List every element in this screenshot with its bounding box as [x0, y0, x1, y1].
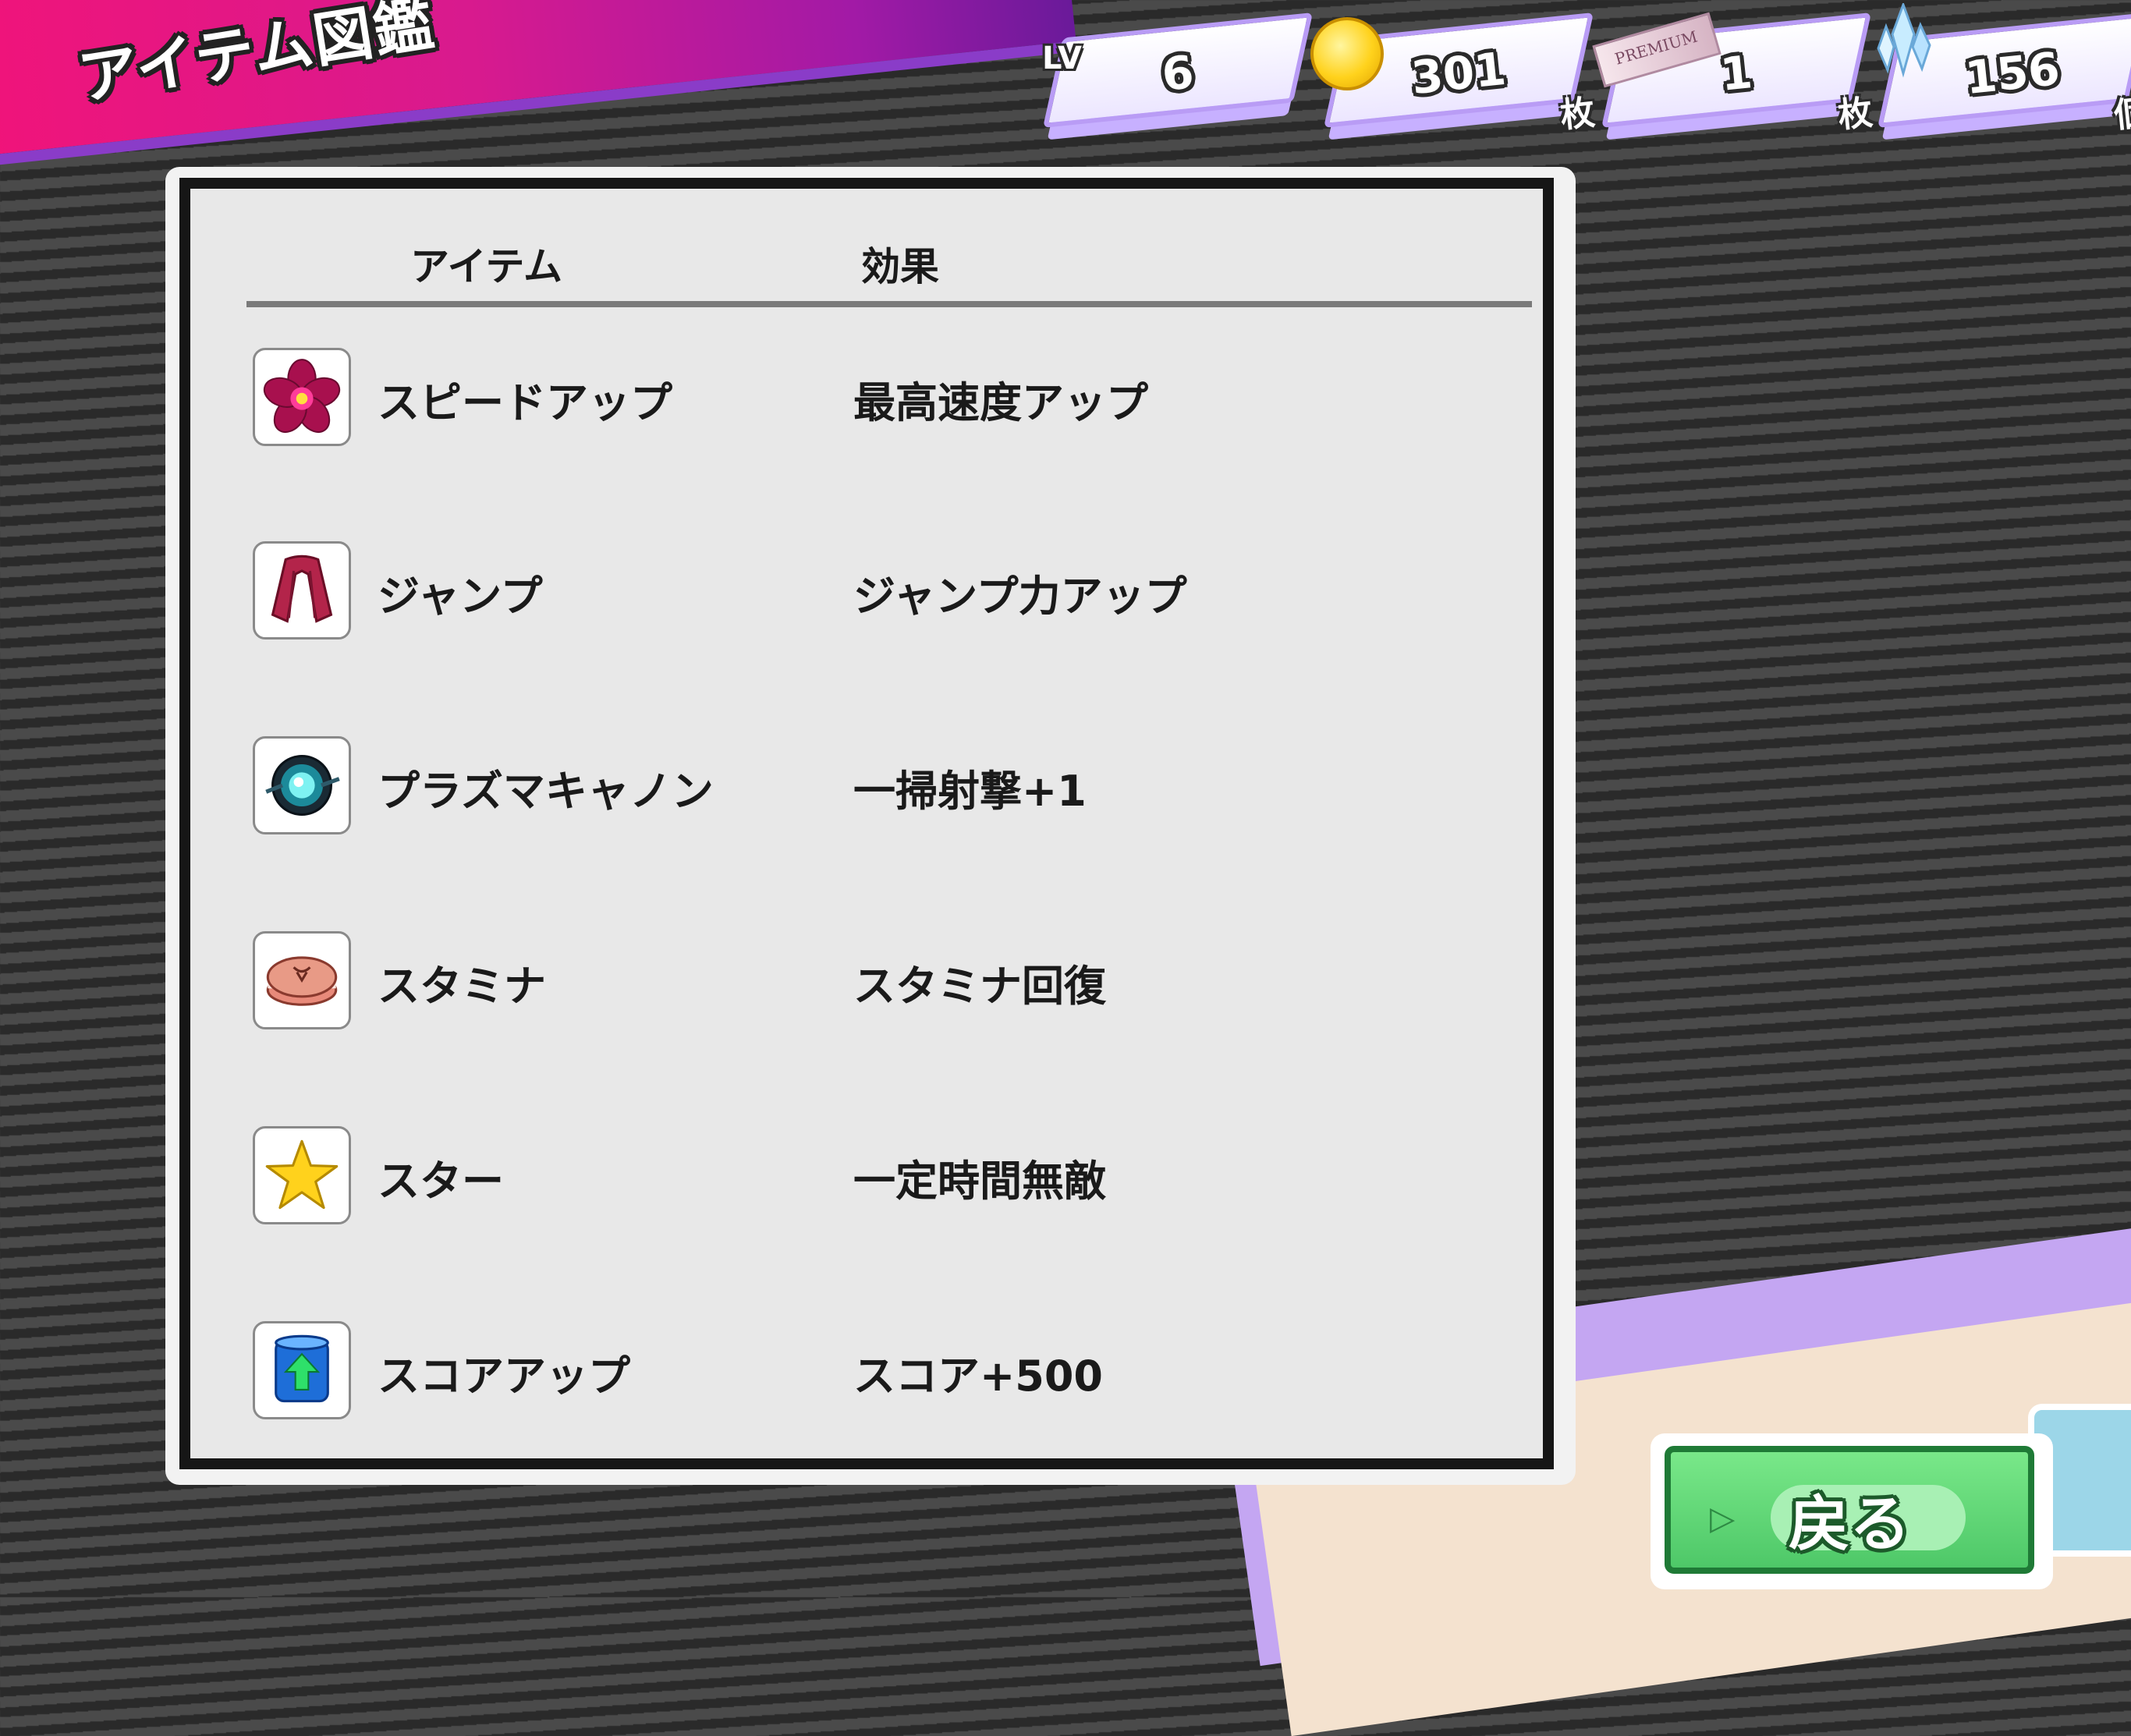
- item-effect: 最高速度アップ: [853, 378, 1148, 427]
- item-name: スピードアップ: [378, 378, 672, 427]
- item-name: スコアアップ: [378, 1352, 630, 1401]
- score-can-icon: [253, 1321, 351, 1419]
- column-header-effect: 効果: [861, 244, 939, 289]
- star-icon: [253, 1126, 351, 1224]
- item-effect: スタミナ回復: [853, 962, 1106, 1011]
- table-row: スタミナ スタミナ回復: [190, 931, 1543, 1087]
- table-row: スピードアップ 最高速度アップ: [190, 348, 1543, 504]
- item-table: アイテム 効果 スピードアップ 最高速度アップ ジャンプ ジャンプ力アップ プラ…: [179, 178, 1554, 1469]
- coin-display[interactable]: 301 枚: [1310, 12, 1597, 140]
- column-header-item: アイテム: [410, 244, 562, 289]
- plasma-orb-icon: [253, 736, 351, 834]
- item-name: スター: [378, 1157, 504, 1206]
- table-row: スター 一定時間無敵: [190, 1126, 1543, 1282]
- item-effect: 一掃射撃+1: [853, 767, 1087, 816]
- scarf-icon: [253, 541, 351, 639]
- table-row: スコアアップ スコア+500: [190, 1321, 1543, 1477]
- item-effect: スコア+500: [853, 1352, 1103, 1401]
- back-button[interactable]: ▷ 戻る: [1651, 1433, 2053, 1589]
- item-name: スタミナ: [378, 962, 546, 1011]
- item-name: プラズマキャノン: [378, 767, 714, 816]
- level-display: LV 6: [1042, 12, 1314, 140]
- item-effect: 一定時間無敵: [853, 1157, 1106, 1206]
- item-effect: ジャンプ力アップ: [853, 572, 1187, 621]
- crystal-display[interactable]: 156 個: [1877, 3, 2131, 140]
- coin-unit: 枚: [1558, 92, 1597, 136]
- table-row: ジャンプ ジャンプ力アップ: [190, 541, 1543, 697]
- back-button-label: 戻る: [1788, 1490, 1910, 1560]
- macaron-icon: [253, 931, 351, 1029]
- ticket-unit: 枚: [1835, 92, 1875, 136]
- header-divider: [246, 301, 1532, 307]
- table-row: プラズマキャノン 一掃射撃+1: [190, 736, 1543, 892]
- ticket-display[interactable]: PREMIUM 1 枚: [1592, 12, 1874, 140]
- crystal-unit: 個: [2111, 92, 2131, 136]
- flower-icon: [253, 348, 351, 446]
- item-name: ジャンプ: [378, 572, 543, 621]
